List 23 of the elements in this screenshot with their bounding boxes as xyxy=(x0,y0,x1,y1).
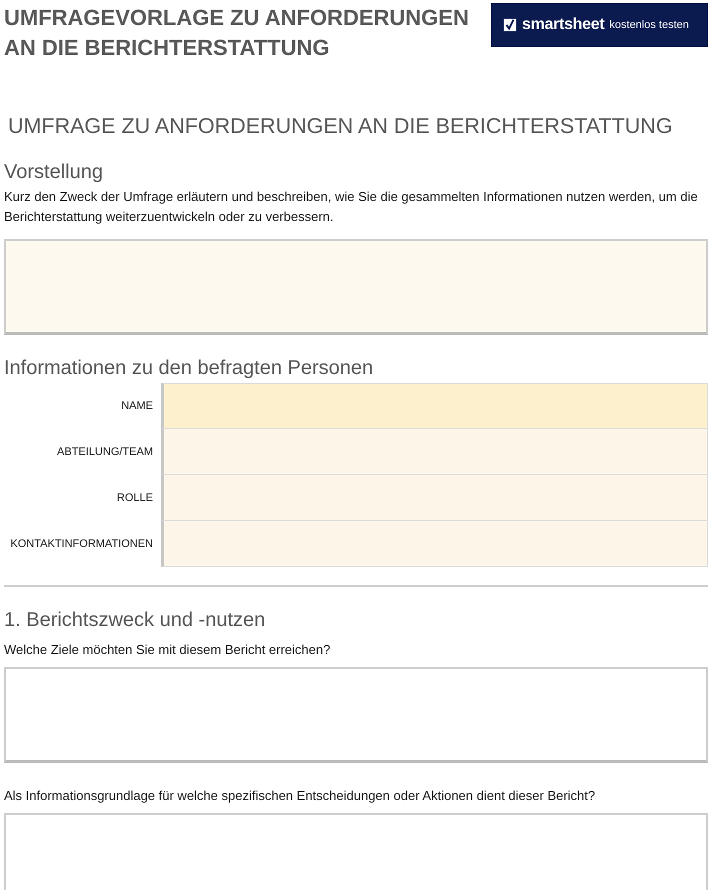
field-label: ABTEILUNG/TEAM xyxy=(56,446,154,458)
trial-banner-link[interactable]: smartsheet kostenlos testen xyxy=(491,3,708,47)
field-label: NAME xyxy=(120,400,154,412)
input-field[interactable] xyxy=(161,475,708,521)
section-heading: 1. Berichtszweck und -nutzen xyxy=(4,608,266,633)
section-heading: Vorstellung xyxy=(4,160,104,185)
question-text: Welche Ziele möchten Sie mit diesem Bericht erreichen? xyxy=(4,641,332,659)
survey-title: UMFRAGE ZU ANFORDERUNGEN AN DIE BERICHTERSTATTUNG xyxy=(8,113,674,140)
answer-box[interactable] xyxy=(4,813,708,890)
intro-answer-box[interactable] xyxy=(4,239,708,335)
trial-text: kostenlos testen xyxy=(609,19,689,31)
answer-box[interactable] xyxy=(4,667,708,763)
input-field[interactable] xyxy=(161,429,708,475)
intro-paragraph: Kurz den Zweck der Umfrage erläutern und beschreiben, wie Sie die gesammelten Informationen nutzen werden, um die Berichterstattung weiterzuentwickeln oder zu verbessern. xyxy=(4,188,699,226)
page-title: UMFRAGEVORLAGE ZU ANFORDERUNGEN AN DIE BERICHTERSTATTUNG xyxy=(4,4,470,62)
section-heading: Informationen zu den befragten Personen xyxy=(4,356,374,381)
field-label: KONTAKTINFORMATIONEN xyxy=(9,538,154,550)
input-field[interactable] xyxy=(161,383,708,429)
checkmark-logo-icon xyxy=(503,18,517,32)
field-label: ROLLE xyxy=(116,492,154,504)
brand-name: smartsheet xyxy=(522,16,604,34)
input-field[interactable] xyxy=(161,521,708,567)
question-text: Als Informationsgrundlage für welche spezifischen Entscheidungen oder Aktionen dient dieser Bericht? xyxy=(4,787,596,805)
